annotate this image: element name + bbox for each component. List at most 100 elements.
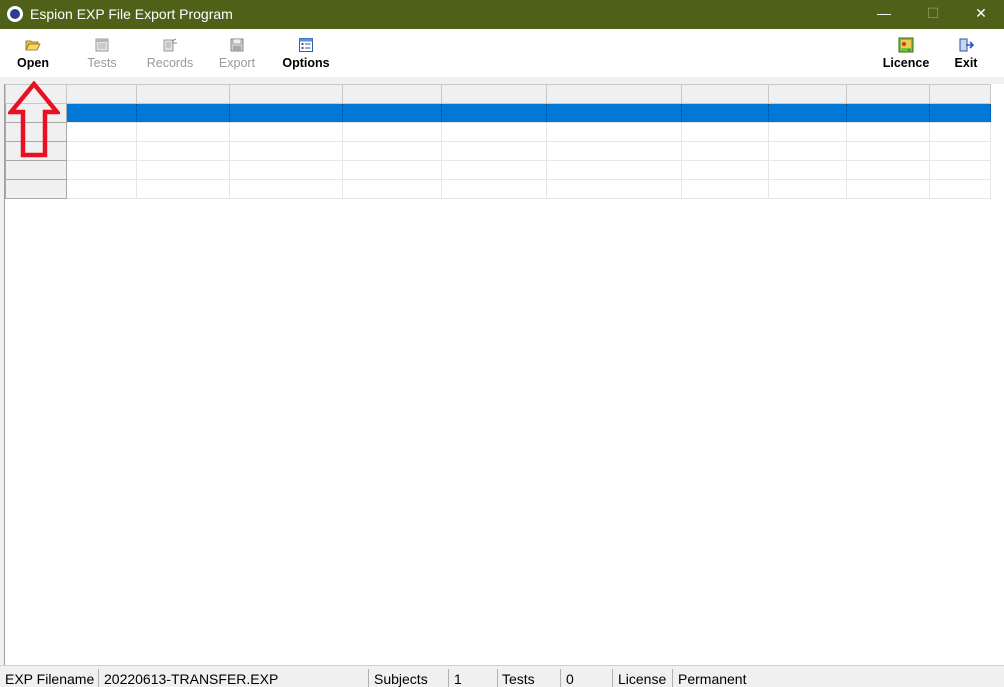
toolbar: Open Tests Records Export Options Licenc… bbox=[0, 29, 1004, 77]
grid-cell[interactable] bbox=[546, 179, 682, 199]
column-header[interactable] bbox=[66, 84, 137, 104]
tests-label: Tests bbox=[87, 56, 117, 70]
grid-cell[interactable] bbox=[229, 179, 343, 199]
column-header[interactable] bbox=[929, 84, 991, 104]
table-row[interactable] bbox=[5, 160, 991, 180]
close-button[interactable]: ✕ bbox=[958, 0, 1004, 29]
grid-cell[interactable] bbox=[66, 141, 137, 161]
grid-cell[interactable] bbox=[342, 179, 442, 199]
grid-cell[interactable] bbox=[929, 122, 991, 142]
records-button: Records bbox=[140, 29, 200, 77]
grid-cell[interactable] bbox=[342, 103, 442, 123]
status-tests-value: 0 bbox=[566, 671, 574, 687]
grid-cell[interactable] bbox=[681, 103, 769, 123]
records-label: Records bbox=[146, 56, 194, 70]
records-icon bbox=[163, 38, 177, 52]
licence-certificate-icon bbox=[898, 37, 914, 53]
table-row[interactable] bbox=[5, 103, 991, 123]
grid-cell[interactable] bbox=[768, 160, 847, 180]
export-button: Export bbox=[212, 29, 262, 77]
exit-button[interactable]: Exit bbox=[950, 29, 982, 77]
grid-cell[interactable] bbox=[136, 160, 230, 180]
column-header[interactable] bbox=[546, 84, 682, 104]
status-divider bbox=[560, 669, 561, 687]
grid-cell[interactable] bbox=[136, 103, 230, 123]
grid-cell[interactable] bbox=[846, 122, 930, 142]
column-header[interactable] bbox=[342, 84, 442, 104]
grid-cell[interactable] bbox=[681, 179, 769, 199]
grid-cell[interactable] bbox=[66, 179, 137, 199]
grid-cell[interactable] bbox=[66, 160, 137, 180]
column-header[interactable] bbox=[136, 84, 230, 104]
row-header[interactable] bbox=[5, 179, 67, 199]
grid-cell[interactable] bbox=[441, 122, 547, 142]
status-filename-value: 20220613-TRANSFER.EXP bbox=[104, 671, 279, 687]
app-icon bbox=[7, 6, 23, 22]
grid-cell[interactable] bbox=[229, 160, 343, 180]
table-row[interactable] bbox=[5, 122, 991, 142]
grid-cell[interactable] bbox=[929, 179, 991, 199]
status-filename-label: EXP Filename bbox=[5, 671, 95, 687]
grid-cell[interactable] bbox=[229, 141, 343, 161]
grid-cell[interactable] bbox=[681, 160, 769, 180]
grid-cell[interactable] bbox=[229, 103, 343, 123]
grid-cell[interactable] bbox=[681, 122, 769, 142]
exit-door-icon bbox=[959, 38, 974, 52]
grid-cell[interactable] bbox=[66, 103, 137, 123]
options-label: Options bbox=[282, 56, 330, 70]
export-label: Export bbox=[218, 56, 256, 70]
column-header[interactable] bbox=[229, 84, 343, 104]
grid-cell[interactable] bbox=[768, 103, 847, 123]
status-bar: EXP Filename 20220613-TRANSFER.EXP Subje… bbox=[0, 665, 1004, 687]
grid-cell[interactable] bbox=[929, 103, 991, 123]
grid-table bbox=[5, 84, 991, 199]
grid-cell[interactable] bbox=[136, 122, 230, 142]
grid-cell[interactable] bbox=[342, 160, 442, 180]
grid-cell[interactable] bbox=[681, 141, 769, 161]
status-divider bbox=[612, 669, 613, 687]
grid-cell[interactable] bbox=[768, 179, 847, 199]
open-button[interactable]: Open bbox=[8, 29, 58, 77]
grid-cell[interactable] bbox=[441, 141, 547, 161]
status-divider bbox=[672, 669, 673, 687]
column-header[interactable] bbox=[441, 84, 547, 104]
minimize-button[interactable]: — bbox=[861, 0, 907, 29]
table-row[interactable] bbox=[5, 141, 991, 161]
grid-cell[interactable] bbox=[846, 179, 930, 199]
annotation-arrow bbox=[8, 81, 60, 158]
grid-header-row bbox=[5, 84, 991, 104]
licence-label: Licence bbox=[882, 56, 930, 70]
save-disk-icon bbox=[230, 38, 244, 52]
options-button[interactable]: Options bbox=[280, 29, 332, 77]
grid-cell[interactable] bbox=[768, 141, 847, 161]
table-row[interactable] bbox=[5, 179, 991, 199]
grid-cell[interactable] bbox=[342, 141, 442, 161]
column-header[interactable] bbox=[846, 84, 930, 104]
grid-cell[interactable] bbox=[546, 160, 682, 180]
status-divider bbox=[448, 669, 449, 687]
grid-cell[interactable] bbox=[768, 122, 847, 142]
grid-cell[interactable] bbox=[136, 179, 230, 199]
row-header[interactable] bbox=[5, 160, 67, 180]
status-license-value: Permanent bbox=[678, 671, 747, 687]
grid-cell[interactable] bbox=[846, 141, 930, 161]
grid-cell[interactable] bbox=[929, 141, 991, 161]
grid-cell[interactable] bbox=[846, 160, 930, 180]
records-grid[interactable] bbox=[4, 84, 1004, 665]
grid-cell[interactable] bbox=[546, 122, 682, 142]
grid-cell[interactable] bbox=[846, 103, 930, 123]
licence-button[interactable]: Licence bbox=[878, 29, 934, 77]
grid-cell[interactable] bbox=[546, 103, 682, 123]
grid-cell[interactable] bbox=[441, 179, 547, 199]
column-header[interactable] bbox=[768, 84, 847, 104]
grid-cell[interactable] bbox=[136, 141, 230, 161]
grid-cell[interactable] bbox=[546, 141, 682, 161]
status-license-label: License bbox=[618, 671, 667, 687]
column-header[interactable] bbox=[681, 84, 769, 104]
grid-cell[interactable] bbox=[66, 122, 137, 142]
grid-cell[interactable] bbox=[229, 122, 343, 142]
grid-cell[interactable] bbox=[342, 122, 442, 142]
grid-cell[interactable] bbox=[441, 160, 547, 180]
grid-cell[interactable] bbox=[929, 160, 991, 180]
grid-cell[interactable] bbox=[441, 103, 547, 123]
